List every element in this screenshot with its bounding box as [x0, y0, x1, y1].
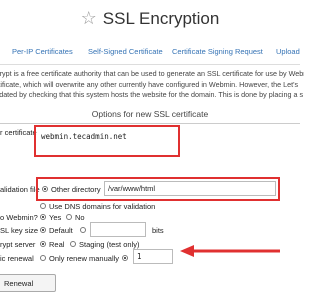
copy-yes-label: Yes: [49, 213, 62, 222]
copy-no-option[interactable]: No: [66, 213, 85, 222]
use-dns-radio[interactable]: [40, 203, 46, 210]
key-size-default-radio[interactable]: [40, 227, 46, 234]
request-renewal-button[interactable]: Renewal: [0, 274, 56, 292]
hostnames-label: r certificate: [0, 128, 37, 137]
key-size-custom-radio[interactable]: [80, 226, 89, 235]
server-label: rypt server: [0, 240, 36, 249]
radio-circle: [122, 255, 128, 262]
copy-to-webmin-label: o Webmin?: [0, 213, 38, 222]
renewal-label: ic renewal: [0, 254, 34, 263]
key-size-unit: bits: [152, 226, 164, 235]
radio-circle: [80, 227, 86, 234]
server-staging-option[interactable]: Staging (test only): [70, 240, 139, 249]
copy-yes-radio[interactable]: [40, 214, 46, 221]
renew-manual-radio[interactable]: [40, 255, 46, 262]
renew-months-input[interactable]: 1: [133, 249, 173, 264]
renew-manual-option[interactable]: Only renew manually: [40, 254, 119, 263]
star-icon[interactable]: ☆: [81, 8, 97, 28]
tab-self-signed-certificate[interactable]: Self-Signed Certificate: [88, 47, 163, 56]
section-header: Options for new SSL certificate: [0, 109, 300, 124]
other-directory-input[interactable]: /var/www/html: [104, 181, 276, 196]
page-header: ☆ SSL Encryption: [0, 8, 300, 29]
use-dns-label: Use DNS domains for validation: [49, 202, 156, 211]
key-size-default-option[interactable]: Default: [40, 226, 73, 235]
intro-line: ertificate, which will overwrite any oth…: [0, 79, 299, 89]
copy-no-radio[interactable]: [66, 214, 72, 221]
key-size-label: SL key size: [0, 226, 39, 235]
hostnames-textarea[interactable]: webmin.tecadmin.net: [38, 129, 176, 153]
server-real-radio[interactable]: [40, 241, 46, 248]
server-staging-label: Staging (test only): [79, 240, 140, 249]
intro-line: alidated by checking that this system ho…: [0, 90, 304, 99]
renew-manual-label: Only renew manually: [49, 254, 120, 263]
server-real-option[interactable]: Real: [40, 240, 64, 249]
copy-yes-option[interactable]: Yes: [40, 213, 61, 222]
tab-upload-certificate[interactable]: Upload C: [276, 47, 300, 56]
copy-no-label: No: [75, 213, 85, 222]
renew-months-radio[interactable]: [122, 254, 131, 263]
use-dns-option[interactable]: Use DNS domains for validation: [40, 202, 155, 211]
tab-certificate-signing-request[interactable]: Certificate Signing Request: [172, 47, 263, 56]
other-directory-radio[interactable]: [42, 186, 48, 193]
server-real-label: Real: [49, 240, 65, 249]
intro-text: ncrypt is a free certificate authority t…: [0, 69, 304, 101]
other-directory-label: Other directory: [51, 185, 101, 194]
page-title: SSL Encryption: [102, 9, 220, 28]
arrow-left-icon: [180, 245, 280, 257]
tab-bar: Per-IP Certificates Self-Signed Certific…: [0, 40, 300, 65]
key-size-input[interactable]: [90, 222, 146, 237]
key-size-default-label: Default: [49, 226, 73, 235]
tab-per-ip-certificates[interactable]: Per-IP Certificates: [12, 47, 73, 56]
validation-label: alidation file: [0, 185, 40, 194]
intro-line: ncrypt is a free certificate authority t…: [0, 69, 304, 78]
server-staging-radio[interactable]: [70, 241, 76, 248]
other-directory-option[interactable]: Other directory: [42, 185, 101, 194]
